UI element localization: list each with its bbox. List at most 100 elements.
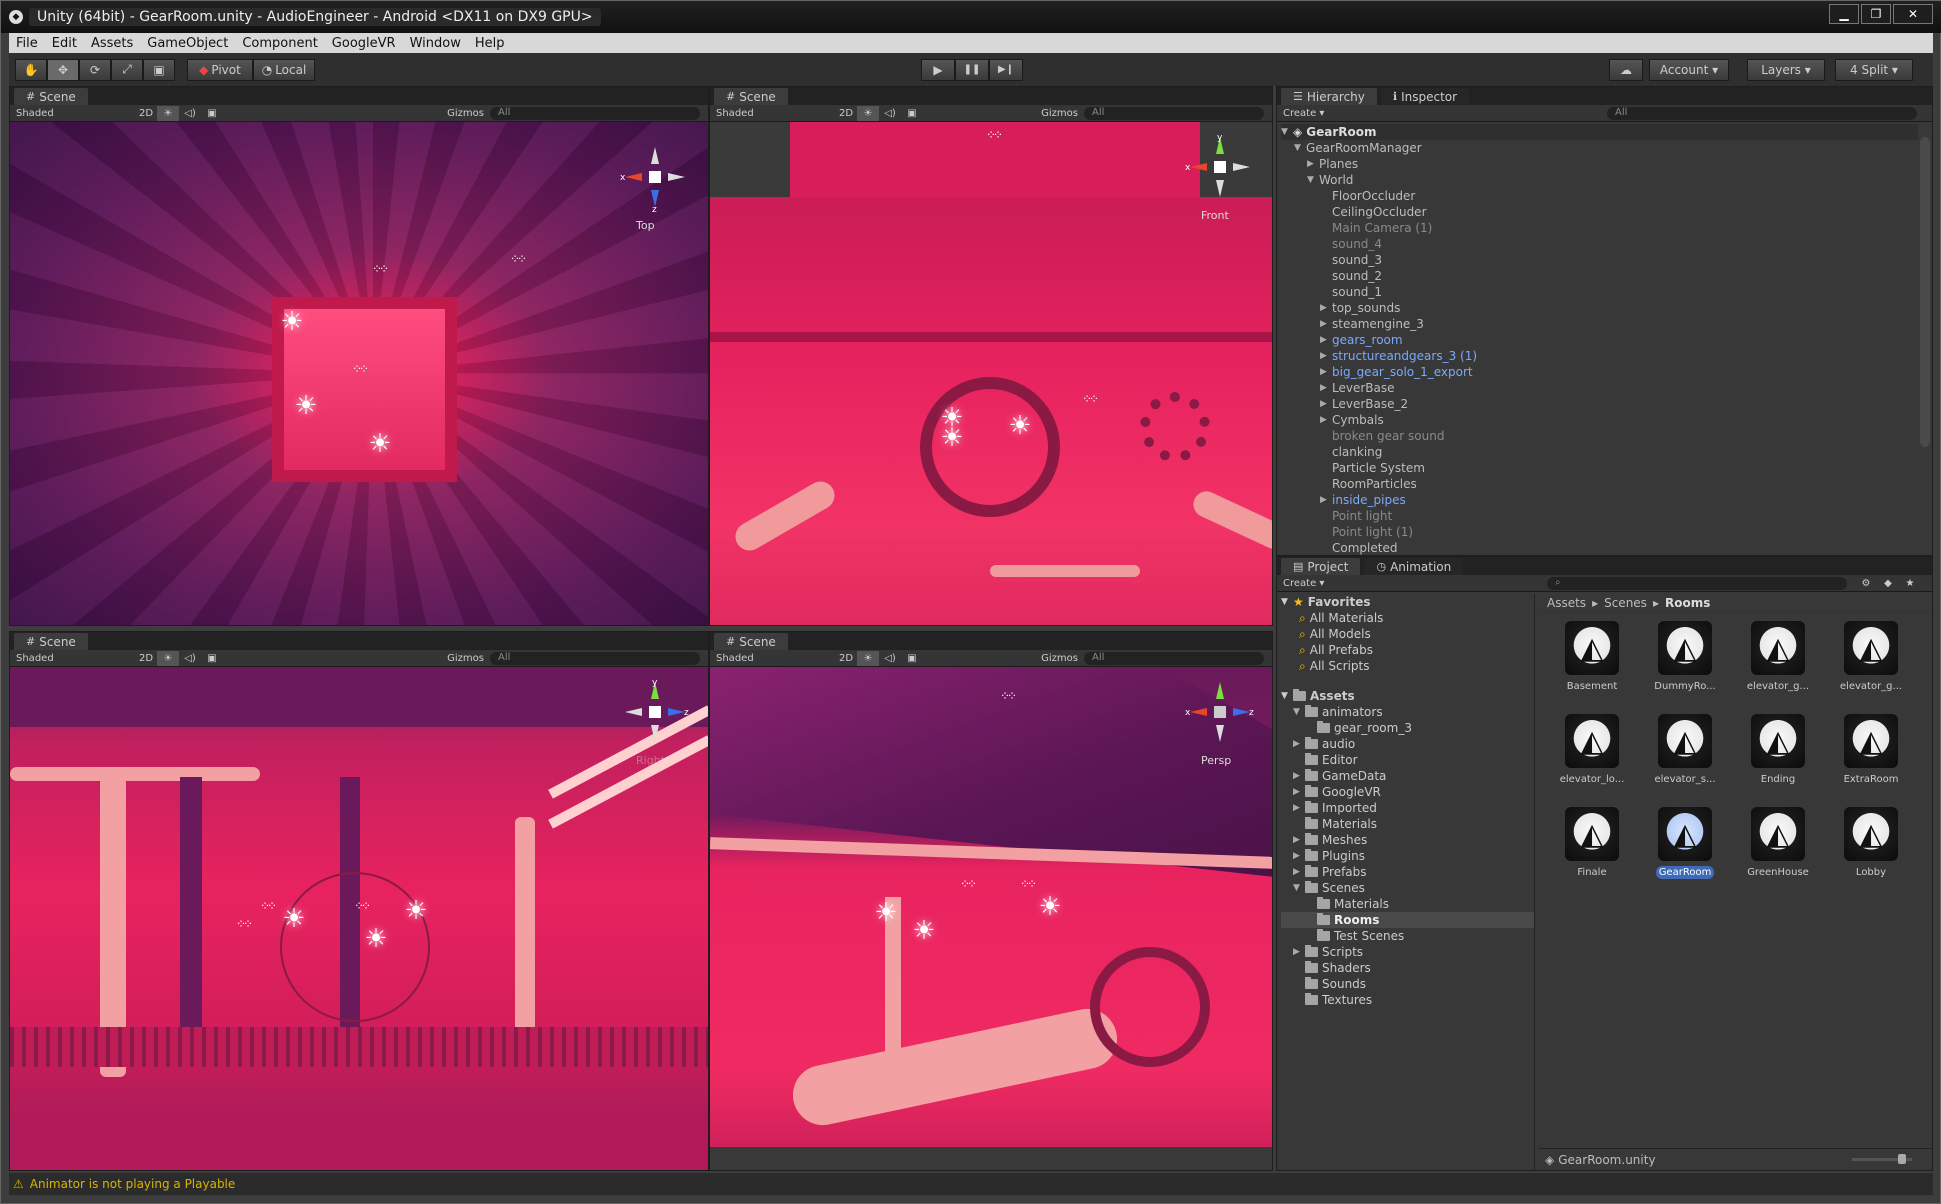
- 2d-toggle[interactable]: 2D: [835, 106, 857, 121]
- scene-viewport-front[interactable]: ☀ ☀ ☀ ⁘⁘ ⁘⁘ xy Front: [710, 122, 1272, 625]
- project-folder[interactable]: ▶ Scripts: [1281, 944, 1534, 960]
- play-button[interactable]: ▶: [921, 58, 955, 81]
- orientation-gizmo[interactable]: z y Right: [620, 677, 690, 767]
- expand-arrow-icon[interactable]: ▶: [1320, 367, 1332, 377]
- animation-tab[interactable]: ◷ Animation: [1364, 558, 1464, 575]
- hierarchy-item[interactable]: ▶ gears_room: [1281, 332, 1918, 348]
- scale-tool-icon[interactable]: ⤢: [111, 58, 143, 81]
- shading-dropdown[interactable]: Shaded: [710, 108, 835, 119]
- maximize-button[interactable]: ❐: [1861, 4, 1891, 24]
- hierarchy-create-dropdown[interactable]: Create ▾: [1277, 108, 1607, 119]
- layers-dropdown[interactable]: Layers ▾: [1747, 58, 1825, 81]
- close-button[interactable]: ✕: [1893, 4, 1933, 24]
- scene-asset[interactable]: ◭ Lobby: [1830, 807, 1912, 887]
- scene-asset[interactable]: ◭ GreenHouse: [1737, 807, 1819, 887]
- expand-arrow-icon[interactable]: ▶: [1320, 383, 1332, 393]
- move-tool-icon[interactable]: ✥: [47, 58, 79, 81]
- scene-asset[interactable]: ◭ elevator_g...: [1830, 621, 1912, 701]
- audio-icon[interactable]: ◁): [879, 651, 901, 666]
- favorite-item[interactable]: ⌕ All Scripts: [1281, 658, 1534, 674]
- pause-button[interactable]: ❚❚: [955, 58, 989, 81]
- hierarchy-item[interactable]: sound_4: [1281, 236, 1918, 252]
- hierarchy-item[interactable]: ▶ Cymbals: [1281, 412, 1918, 428]
- cloud-icon[interactable]: ☁: [1609, 58, 1643, 81]
- hierarchy-search-input[interactable]: All: [1607, 106, 1917, 120]
- hierarchy-item[interactable]: ▶ top_sounds: [1281, 300, 1918, 316]
- scene-asset[interactable]: ◭ Basement: [1551, 621, 1633, 701]
- expand-arrow-icon[interactable]: ▶: [1320, 303, 1332, 313]
- expand-arrow-icon[interactable]: ▶: [1307, 159, 1319, 169]
- hierarchy-item[interactable]: ▶ steamengine_3: [1281, 316, 1918, 332]
- gizmos-dropdown[interactable]: Gizmos: [441, 108, 490, 119]
- filter-label-icon[interactable]: ◆: [1877, 576, 1899, 591]
- project-folder[interactable]: ▶ GoogleVR: [1281, 784, 1534, 800]
- hierarchy-item[interactable]: sound_1: [1281, 284, 1918, 300]
- expand-arrow-icon[interactable]: ▶: [1320, 399, 1332, 409]
- project-create-dropdown[interactable]: Create ▾: [1277, 578, 1547, 589]
- rect-tool-icon[interactable]: ▣: [143, 58, 175, 81]
- breadcrumb-scenes[interactable]: Scenes: [1604, 596, 1647, 610]
- scene-tab[interactable]: # Scene: [714, 633, 788, 650]
- scene-viewport-persp[interactable]: ☀ ☀ ☀ ⁘⁘ ⁘⁘ ⁘⁘ x z Persp: [710, 667, 1272, 1170]
- menu-help[interactable]: Help: [468, 36, 512, 51]
- minimize-button[interactable]: ▁: [1829, 4, 1859, 24]
- scene-viewport-top[interactable]: ☀ ☀ ☀ ⁘⁘ ⁘⁘ ⁘⁘ x z Top: [10, 122, 708, 625]
- project-folder[interactable]: Textures: [1281, 992, 1534, 1008]
- menu-window[interactable]: Window: [403, 36, 468, 51]
- expand-arrow-icon[interactable]: ▶: [1293, 835, 1305, 845]
- project-folder[interactable]: Shaders: [1281, 960, 1534, 976]
- project-folder[interactable]: ▶ audio: [1281, 736, 1534, 752]
- hand-tool-icon[interactable]: ✋: [15, 58, 47, 81]
- gizmos-dropdown[interactable]: Gizmos: [1035, 653, 1084, 664]
- menu-edit[interactable]: Edit: [45, 36, 84, 51]
- scene-asset[interactable]: ◭ Ending: [1737, 714, 1819, 794]
- expand-arrow-icon[interactable]: ▶: [1320, 335, 1332, 345]
- hierarchy-item[interactable]: sound_3: [1281, 252, 1918, 268]
- project-folder[interactable]: Materials: [1281, 896, 1534, 912]
- breadcrumb-rooms[interactable]: Rooms: [1665, 596, 1710, 610]
- hierarchy-item[interactable]: Particle System: [1281, 460, 1918, 476]
- expand-arrow-icon[interactable]: ▶: [1293, 947, 1305, 957]
- breadcrumb-assets[interactable]: Assets: [1547, 596, 1586, 610]
- expand-arrow-icon[interactable]: ▶: [1320, 319, 1332, 329]
- project-search-input[interactable]: ⌕: [1547, 576, 1847, 590]
- status-bar[interactable]: ⚠ Animator is not playing a Playable: [9, 1173, 1933, 1195]
- project-folder[interactable]: Materials: [1281, 816, 1534, 832]
- project-folder[interactable]: ▶ Prefabs: [1281, 864, 1534, 880]
- shading-dropdown[interactable]: Shaded: [710, 653, 835, 664]
- expand-arrow-icon[interactable]: ▶: [1293, 787, 1305, 797]
- menu-googlevr[interactable]: GoogleVR: [325, 36, 403, 51]
- project-folder[interactable]: ▼ animators: [1281, 704, 1534, 720]
- project-folder[interactable]: Rooms: [1281, 912, 1534, 928]
- scene-asset[interactable]: ◭ elevator_s...: [1644, 714, 1726, 794]
- menu-component[interactable]: Component: [235, 36, 324, 51]
- orientation-gizmo[interactable]: x y Front: [1185, 132, 1255, 222]
- rotate-tool-icon[interactable]: ⟳: [79, 58, 111, 81]
- 2d-toggle[interactable]: 2D: [835, 651, 857, 666]
- pivot-toggle[interactable]: ◆ Pivot: [187, 58, 253, 81]
- scene-search-input[interactable]: All: [490, 106, 700, 120]
- hierarchy-item[interactable]: ▼ GearRoomManager: [1281, 140, 1918, 156]
- expand-arrow-icon[interactable]: ▶: [1320, 495, 1332, 505]
- filter-type-icon[interactable]: ⚙: [1855, 576, 1877, 591]
- hierarchy-item[interactable]: ▼ World: [1281, 172, 1918, 188]
- step-button[interactable]: ▶❙: [989, 58, 1023, 81]
- inspector-tab[interactable]: ℹ Inspector: [1380, 88, 1470, 105]
- account-dropdown[interactable]: Account ▾: [1649, 58, 1729, 81]
- effects-icon[interactable]: ▣: [201, 651, 223, 666]
- lighting-icon[interactable]: ☀: [857, 105, 879, 121]
- expand-arrow-icon[interactable]: ▼: [1293, 707, 1305, 717]
- project-folder[interactable]: ▼ Scenes: [1281, 880, 1534, 896]
- favorite-item[interactable]: ⌕ All Materials: [1281, 610, 1534, 626]
- expand-arrow-icon[interactable]: ▶: [1293, 739, 1305, 749]
- orientation-gizmo[interactable]: x z Persp: [1185, 677, 1255, 767]
- gizmos-dropdown[interactable]: Gizmos: [1035, 108, 1084, 119]
- project-folder[interactable]: ▶ Imported: [1281, 800, 1534, 816]
- project-tab[interactable]: ▤ Project: [1281, 558, 1361, 575]
- scene-asset[interactable]: ◭ elevator_lo...: [1551, 714, 1633, 794]
- expand-arrow-icon[interactable]: ▶: [1293, 771, 1305, 781]
- favorites-header[interactable]: ▼ ★ Favorites: [1281, 594, 1534, 610]
- effects-icon[interactable]: ▣: [901, 106, 923, 121]
- icon-size-slider[interactable]: [1852, 1154, 1912, 1164]
- local-toggle[interactable]: ◔ Local: [253, 58, 315, 81]
